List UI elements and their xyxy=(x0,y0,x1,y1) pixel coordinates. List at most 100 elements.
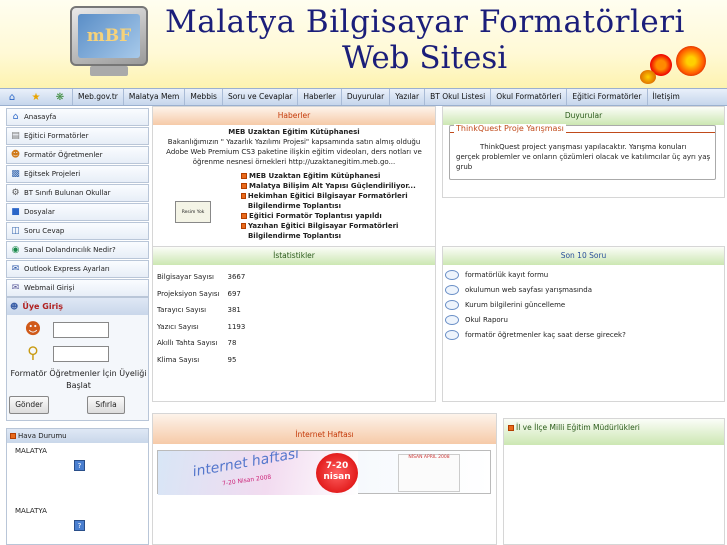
nav-item-meb[interactable]: Meb.gov.tr xyxy=(72,89,123,105)
bullet-icon xyxy=(241,193,246,199)
calendar-title: NİSAN APRIL 2008 xyxy=(408,455,450,460)
globe-icon: ◉ xyxy=(11,245,20,255)
users-icon: ☻ xyxy=(10,150,21,160)
calendar-image: NİSAN APRIL 2008 xyxy=(398,454,460,492)
logo-text: mBF xyxy=(78,14,140,58)
sidebar-item-outlook-express[interactable]: ✉ Outlook Express Ayarları xyxy=(6,260,149,278)
home-icon[interactable]: ⌂ xyxy=(0,89,24,105)
sidebar-item-formator-ogretmenler[interactable]: ☻ Formatör Öğretmenler xyxy=(6,146,149,164)
document-icon: ▤ xyxy=(11,131,20,141)
questions-list: formatörlük kayıt formu okulumun web say… xyxy=(443,265,724,342)
nav-item-yazilar[interactable]: Yazılar xyxy=(389,89,424,105)
network-icon[interactable]: ❋ xyxy=(48,89,72,105)
sidebar-item-label: Anasayfa xyxy=(24,113,57,121)
directorates-title[interactable]: İl ve İlçe Milli Eğitim Müdürlükleri xyxy=(516,423,640,432)
nav-item-soru-cevap[interactable]: Soru ve Cevaplar xyxy=(221,89,297,105)
sidebar-item-label: Soru Cevap xyxy=(24,227,65,235)
missing-image-icon: ? xyxy=(74,460,85,471)
news-thumbnail[interactable]: Resim Yok xyxy=(175,201,211,223)
bullet-icon xyxy=(241,213,247,219)
top-nav-bar: ⌂ ★ ❋ Meb.gov.tr Malatya Mem Mebbis Soru… xyxy=(0,88,727,106)
sidebar-item-webmail[interactable]: ✉ Webmail Girişi xyxy=(6,279,149,297)
news-headline[interactable]: MEB Uzaktan Eğitim Kütüphanesi xyxy=(159,127,429,137)
table-row: Projeksiyon Sayısı 697 xyxy=(157,289,241,298)
folder-icon: ■ xyxy=(11,207,20,217)
news-link[interactable]: Malatya Bilişim Alt Yapısı Güçlendiriliy… xyxy=(241,181,431,191)
sidebar-item-bt-sinifi-okullar[interactable]: ⚙ BT Sınıfı Bulunan Okullar xyxy=(6,184,149,202)
list-item[interactable]: Kurum bilgilerini güncelleme xyxy=(443,297,724,312)
nav-item-mebbis[interactable]: Mebbis xyxy=(184,89,222,105)
news-link[interactable]: MEB Uzaktan Eğitim Kütüphanesi xyxy=(241,171,431,181)
users-icon: ☻ xyxy=(10,302,19,311)
register-link[interactable]: Formatör Öğretmenler İçin Üyeliği Başlat xyxy=(7,368,150,392)
decorative-balls-image xyxy=(640,44,720,86)
login-header: ☻ Üye Giriş xyxy=(7,298,148,315)
sidebar-item-label: Eğitsek Projeleri xyxy=(24,170,81,178)
sidebar-item-label: Outlook Express Ayarları xyxy=(24,265,110,273)
question-icon: ◫ xyxy=(11,226,20,236)
sidebar-item-dosyalar[interactable]: ■ Dosyalar xyxy=(6,203,149,221)
weather-box: Hava Durumu MALATYA ? MALATYA ? xyxy=(6,428,149,545)
sidebar-item-anasayfa[interactable]: ⌂ Anasayfa xyxy=(6,108,149,126)
nav-item-malatya-mem[interactable]: Malatya Mem xyxy=(122,89,185,105)
nav-item-iletisim[interactable]: İletişim xyxy=(646,89,685,105)
announcement-title[interactable]: ThinkQuest Proje Yarışması xyxy=(454,124,566,133)
member-login-box: ☻ Üye Giriş ☻ ⚲ Formatör Öğretmenler İçin… xyxy=(6,297,149,421)
reset-button[interactable]: Sıfırla xyxy=(87,396,125,414)
sidebar-item-soru-cevap[interactable]: ◫ Soru Cevap xyxy=(6,222,149,240)
nav-item-okul-formatorleri[interactable]: Okul Formatörleri xyxy=(490,89,566,105)
nav-item-egitici-formatorler[interactable]: Eğitici Formatörler xyxy=(566,89,646,105)
logo-monitor-stand xyxy=(90,66,128,76)
site-title-line2: Web Sitesi xyxy=(342,40,508,76)
directorates-panel: İl ve İlçe Milli Eğitim Müdürlükleri xyxy=(503,418,725,545)
favorite-star-icon[interactable]: ★ xyxy=(24,89,48,105)
questions-title: Son 10 Soru xyxy=(443,247,724,265)
internet-week-banner[interactable]: internet haftası 7-20 Nisan 2008 7-20 ni… xyxy=(157,446,491,495)
stats-panel: İstatistikler Bilgisayar Sayısı 3667 Proj… xyxy=(152,246,436,402)
news-body: MEB Uzaktan Eğitim Kütüphanesi Bakanlığı… xyxy=(153,125,435,169)
list-item[interactable]: formatörlük kayıt formu xyxy=(443,267,724,282)
list-item[interactable]: okulumun web sayfası yarışmasında xyxy=(443,282,724,297)
list-item[interactable]: Okul Raporu xyxy=(443,312,724,327)
news-link-list: MEB Uzaktan Eğitim Kütüphanesi Malatya B… xyxy=(241,171,431,241)
bullet-icon xyxy=(241,173,247,179)
sidebar-item-label: BT Sınıfı Bulunan Okullar xyxy=(24,189,111,197)
site-title-line1: Malatya Bilgisayar Formatörleri xyxy=(165,4,685,40)
stats-table: Bilgisayar Sayısı 3667 Projeksiyon Sayısı… xyxy=(157,269,251,368)
sidebar-item-egitsek-projeleri[interactable]: ▩ Eğitsek Projeleri xyxy=(6,165,149,183)
table-row: Tarayıcı Sayısı 381 xyxy=(157,306,241,315)
submit-button[interactable]: Gönder xyxy=(9,396,49,414)
speech-bubble-icon xyxy=(445,299,459,310)
news-link[interactable]: Yazıhan Eğitici Bilgisayar Formatörleri … xyxy=(241,221,431,241)
weather-city: MALATYA xyxy=(15,507,47,515)
news-panel: Haberler MEB Uzaktan Eğitim Kütüphanesi … xyxy=(152,106,436,268)
banner-badge: 7-20 nisan xyxy=(316,453,358,493)
ornament-ball xyxy=(676,46,706,76)
table-row: Akıllı Tahta Sayısı 78 xyxy=(157,339,237,348)
news-link[interactable]: Hekimhan Eğitici Bilgisayar Formatörleri… xyxy=(241,191,431,211)
announcement-box: ThinkQuest Proje Yarışması ThinkQuest pr… xyxy=(449,124,716,180)
speech-bubble-icon xyxy=(445,284,459,295)
stats-title: İstatistikler xyxy=(153,247,435,265)
webmail-icon: ✉ xyxy=(11,283,20,293)
mail-icon: ✉ xyxy=(11,264,20,274)
password-input[interactable] xyxy=(53,346,109,362)
gear-icon: ⚙ xyxy=(11,188,20,198)
nav-item-haberler[interactable]: Haberler xyxy=(297,89,340,105)
news-link[interactable]: Eğitici Formatör Toplantısı yapıldı xyxy=(241,211,431,221)
sidebar-item-sanal-dolandiricilik[interactable]: ◉ Sanal Dolandırıcılık Nedir? xyxy=(6,241,149,259)
sidebar-item-label: Formatör Öğretmenler xyxy=(24,151,103,159)
weather-title: Hava Durumu xyxy=(18,432,67,440)
nav-item-duyurular[interactable]: Duyurular xyxy=(340,89,389,105)
sidebar-item-label: Sanal Dolandırıcılık Nedir? xyxy=(24,246,116,254)
announcement-text: ThinkQuest project yarışması yapılacaktı… xyxy=(456,143,711,171)
username-input[interactable] xyxy=(53,322,109,338)
sidebar-item-egitici-formatorler[interactable]: ▤ Eğitici Formatörler xyxy=(6,127,149,145)
list-item[interactable]: formatör öğretmenler kaç saat derse gire… xyxy=(443,327,724,342)
news-summary: Bakanlığımızın " Yazarlık Yazılımı Proje… xyxy=(166,138,422,166)
bullet-icon xyxy=(10,433,16,439)
logo-monitor: mBF xyxy=(70,6,148,66)
site-logo[interactable]: mBF xyxy=(62,4,156,80)
sidebar-menu: ⌂ Anasayfa ▤ Eğitici Formatörler ☻ Formatör… xyxy=(6,108,149,298)
nav-item-bt-okul-listesi[interactable]: BT Okul Listesi xyxy=(424,89,490,105)
